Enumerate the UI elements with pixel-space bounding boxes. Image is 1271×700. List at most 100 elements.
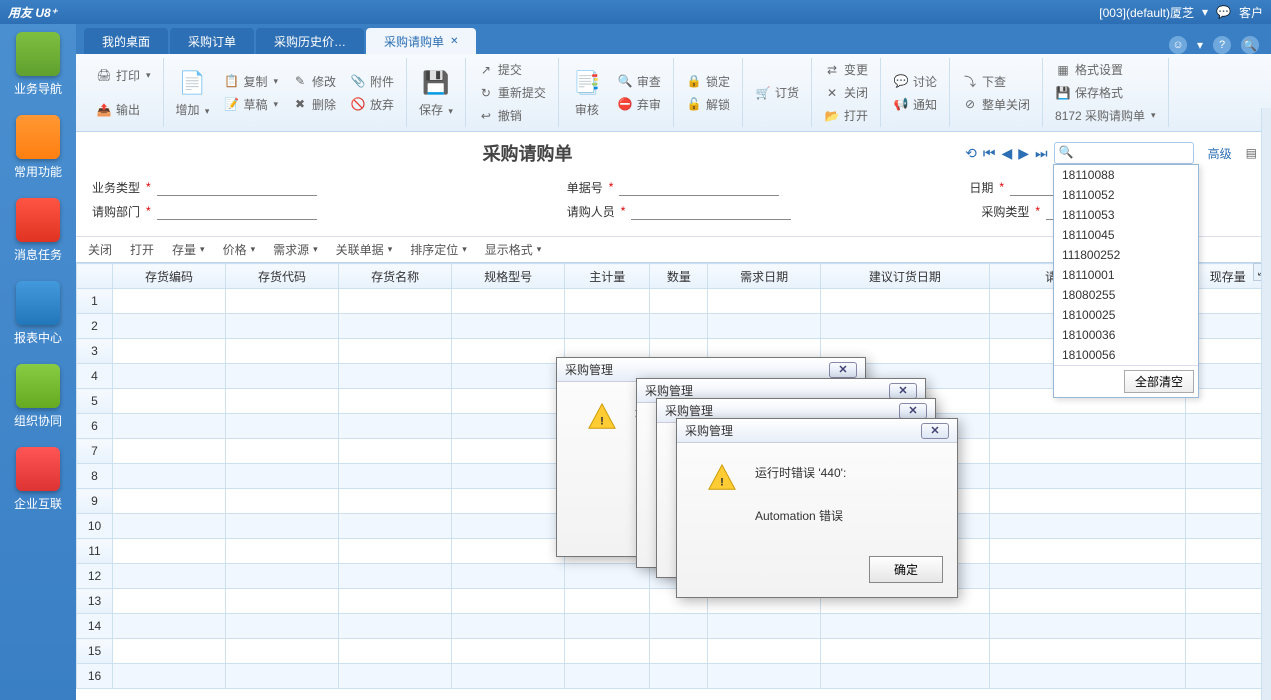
input-dept[interactable] bbox=[157, 202, 317, 220]
cell[interactable] bbox=[113, 314, 226, 339]
cell[interactable] bbox=[339, 539, 452, 564]
cell[interactable] bbox=[339, 464, 452, 489]
cell[interactable] bbox=[226, 489, 339, 514]
cell[interactable] bbox=[226, 439, 339, 464]
prev-icon[interactable]: ◀ bbox=[1001, 145, 1012, 162]
discard-button[interactable]: 🚫放弃 bbox=[346, 94, 398, 115]
chevron-down-icon[interactable]: ▾ bbox=[1197, 38, 1203, 52]
cell[interactable] bbox=[821, 639, 989, 664]
cell[interactable] bbox=[452, 364, 565, 389]
saveformat-button[interactable]: 💾保存格式 bbox=[1051, 82, 1160, 103]
col-header[interactable]: 存货代码 bbox=[226, 264, 339, 289]
notify-button[interactable]: 📢通知 bbox=[889, 94, 941, 115]
cell[interactable] bbox=[339, 314, 452, 339]
cell[interactable] bbox=[452, 414, 565, 439]
cell[interactable] bbox=[226, 289, 339, 314]
sidebar-message[interactable]: 消息任务 bbox=[14, 198, 62, 263]
abandon-button[interactable]: ⛔弃审 bbox=[613, 94, 665, 115]
cell[interactable] bbox=[565, 314, 650, 339]
table-row[interactable]: 16 bbox=[77, 664, 1271, 689]
cell[interactable] bbox=[113, 539, 226, 564]
cell[interactable] bbox=[226, 414, 339, 439]
first-icon[interactable]: ⏮ bbox=[983, 145, 996, 162]
dropdown-item-7[interactable]: 18100025 bbox=[1054, 305, 1198, 325]
cell[interactable] bbox=[339, 639, 452, 664]
check-button[interactable]: 🔍审查 bbox=[613, 71, 665, 92]
dropdown-item-9[interactable]: 18100056 bbox=[1054, 345, 1198, 365]
col-header[interactable]: 数量 bbox=[650, 264, 708, 289]
ok-button[interactable]: 确定 bbox=[869, 556, 943, 583]
search-input[interactable] bbox=[1054, 142, 1194, 164]
subtool-5[interactable]: 关联单据 ▾ bbox=[336, 241, 393, 258]
dropdown-arrow-icon[interactable]: ▾ bbox=[1202, 5, 1208, 19]
cell[interactable] bbox=[226, 339, 339, 364]
dialog-4-close[interactable]: ✕ bbox=[921, 423, 949, 439]
revoke-button[interactable]: ↩撤销 bbox=[474, 105, 550, 126]
dialog-2-close[interactable]: ✕ bbox=[889, 383, 917, 399]
subtool-4[interactable]: 需求源 ▾ bbox=[273, 241, 318, 258]
input-docno[interactable] bbox=[619, 178, 779, 196]
cell[interactable] bbox=[226, 314, 339, 339]
cell[interactable] bbox=[565, 589, 650, 614]
dropdown-item-4[interactable]: 111800252 bbox=[1054, 245, 1198, 265]
tab-po[interactable]: 采购订单 bbox=[170, 28, 254, 54]
cell[interactable] bbox=[989, 589, 1185, 614]
cell[interactable] bbox=[113, 614, 226, 639]
docno-combo[interactable]: 8172 采购请购单▾ bbox=[1051, 105, 1160, 126]
cell[interactable] bbox=[339, 289, 452, 314]
chat-icon[interactable]: 💬 bbox=[1216, 5, 1231, 19]
cell[interactable] bbox=[708, 614, 821, 639]
cell[interactable] bbox=[650, 289, 708, 314]
cell[interactable] bbox=[708, 639, 821, 664]
cell[interactable] bbox=[989, 614, 1185, 639]
cell[interactable] bbox=[339, 364, 452, 389]
subtool-6[interactable]: 排序定位 ▾ bbox=[410, 241, 467, 258]
cell[interactable] bbox=[989, 539, 1185, 564]
cell[interactable] bbox=[113, 289, 226, 314]
cell[interactable] bbox=[226, 589, 339, 614]
cell[interactable] bbox=[113, 464, 226, 489]
cell[interactable] bbox=[989, 664, 1185, 689]
cell[interactable] bbox=[989, 414, 1185, 439]
cell[interactable] bbox=[113, 514, 226, 539]
tab-pr-close[interactable]: ✕ bbox=[450, 36, 458, 47]
subtool-2[interactable]: 存量 ▾ bbox=[172, 241, 205, 258]
cell[interactable] bbox=[339, 439, 452, 464]
cell[interactable] bbox=[989, 439, 1185, 464]
cell[interactable] bbox=[821, 289, 989, 314]
cell[interactable] bbox=[565, 614, 650, 639]
dropdown-item-8[interactable]: 18100036 bbox=[1054, 325, 1198, 345]
cell[interactable] bbox=[989, 464, 1185, 489]
tab-desktop[interactable]: 我的桌面 bbox=[84, 28, 168, 54]
dropdown-item-3[interactable]: 18110045 bbox=[1054, 225, 1198, 245]
cell[interactable] bbox=[113, 564, 226, 589]
dropdown-item-6[interactable]: 18080255 bbox=[1054, 285, 1198, 305]
col-header[interactable]: 规格型号 bbox=[452, 264, 565, 289]
cell[interactable] bbox=[339, 564, 452, 589]
cell[interactable] bbox=[339, 414, 452, 439]
col-header[interactable]: 存货编码 bbox=[113, 264, 226, 289]
smiley-icon[interactable]: ☺ bbox=[1169, 36, 1187, 54]
cell[interactable] bbox=[113, 639, 226, 664]
undo-icon[interactable]: ⟲ bbox=[965, 145, 977, 162]
cell[interactable] bbox=[113, 414, 226, 439]
cell[interactable] bbox=[565, 664, 650, 689]
cell[interactable] bbox=[1185, 464, 1270, 489]
cell[interactable] bbox=[1185, 439, 1270, 464]
next-icon[interactable]: ▶ bbox=[1018, 145, 1029, 162]
table-row[interactable]: 14 bbox=[77, 614, 1271, 639]
unlock-button[interactable]: 🔓解锁 bbox=[682, 94, 734, 115]
subtool-7[interactable]: 显示格式 ▾ bbox=[485, 241, 542, 258]
cell[interactable] bbox=[113, 664, 226, 689]
org-label[interactable]: [003](default)厦芝 bbox=[1099, 4, 1194, 21]
cell[interactable] bbox=[1185, 614, 1270, 639]
cell[interactable] bbox=[226, 564, 339, 589]
cell[interactable] bbox=[1185, 539, 1270, 564]
change-button[interactable]: ⇄变更 bbox=[820, 59, 872, 80]
cell[interactable] bbox=[989, 514, 1185, 539]
wholeclose-button[interactable]: ⊘整单关闭 bbox=[958, 94, 1034, 115]
cell[interactable] bbox=[989, 639, 1185, 664]
cell[interactable] bbox=[113, 389, 226, 414]
advanced-link[interactable]: 高级 bbox=[1208, 145, 1232, 162]
cell[interactable] bbox=[821, 314, 989, 339]
